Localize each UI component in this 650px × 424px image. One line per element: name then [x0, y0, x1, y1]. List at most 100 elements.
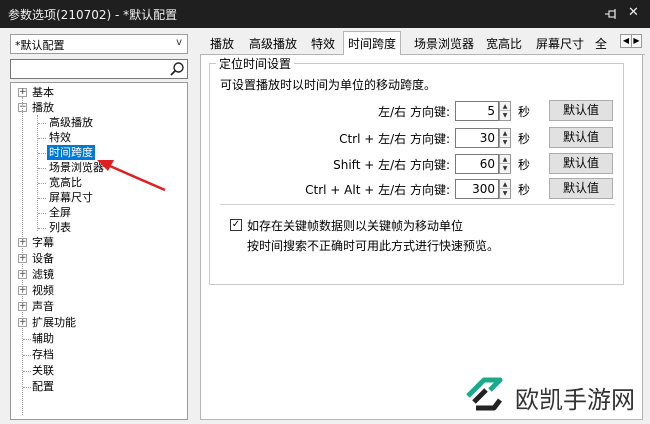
spin-up-icon[interactable]: ▲ [500, 155, 510, 164]
tree-line [38, 198, 46, 199]
spin-down-icon[interactable]: ▼ [500, 164, 510, 173]
watermark: 欧凯手游网 [460, 372, 650, 416]
tab-page-time-span: 定位时间设置 可设置播放时以时间为单位的移动跨度。 左/右 方向键: 5 ▲ ▼ 秒默认… [200, 55, 643, 420]
tab-item[interactable]: 时间跨度 [343, 31, 401, 56]
tree-item-playback-child[interactable]: 宽高比 [49, 175, 82, 190]
tab-item[interactable]: 屏幕尺寸 [530, 34, 590, 55]
unit-label: 秒 [518, 158, 531, 172]
expand-icon[interactable]: + [18, 88, 27, 97]
watermark-text: 欧凯手游网 [515, 386, 635, 414]
tree-line [23, 355, 31, 356]
tab-item[interactable]: 播放 [204, 34, 240, 55]
tree-item-category[interactable]: 字幕 [32, 235, 54, 250]
tree-item-playback-child[interactable]: 全屏 [49, 205, 71, 220]
spin-buttons[interactable]: ▲ ▼ [499, 154, 511, 174]
unit-label: 秒 [518, 183, 531, 197]
span-value-input[interactable]: 5 [455, 101, 499, 121]
close-icon[interactable]: ✕ [628, 5, 639, 20]
span-value[interactable]: 60 [480, 157, 495, 171]
separator [220, 204, 615, 205]
tab-item[interactable]: 场景浏览器 [410, 34, 478, 55]
default-value-button[interactable]: 默认值 [549, 178, 613, 199]
tree-item-playback-child[interactable]: 高级播放 [49, 115, 93, 130]
scroll-left-icon[interactable]: ◀ [621, 35, 631, 47]
search-input[interactable] [10, 59, 188, 79]
tree-item-playback[interactable]: 播放 [32, 100, 54, 115]
chevron-down-icon: v [176, 37, 182, 48]
default-value-button[interactable]: 默认值 [549, 127, 613, 148]
tab-item[interactable]: 全 [595, 34, 615, 55]
span-label: 左/右 方向键: [378, 105, 450, 119]
group-description: 可设置播放时以时间为单位的移动跨度。 [220, 78, 437, 92]
tab-strip: 播放 高级播放 特效 时间跨度 场景浏览器 宽高比 屏幕尺寸全 [200, 31, 645, 56]
tree-item-leaf[interactable]: 配置 [32, 379, 54, 394]
spin-buttons[interactable]: ▲ ▼ [499, 179, 511, 199]
tree-item-playback-child[interactable]: 时间跨度 [47, 145, 95, 160]
tree-item-leaf[interactable]: 存档 [32, 347, 54, 362]
tree-item-category[interactable]: 视频 [32, 283, 54, 298]
title-bar: 参数选项(210702) - *默认配置 ✕ [0, 0, 650, 28]
tree-item-leaf[interactable]: 辅助 [32, 331, 54, 346]
seek-settings-group: 定位时间设置 可设置播放时以时间为单位的移动跨度。 左/右 方向键: 5 ▲ ▼ 秒默认… [209, 55, 624, 285]
tab-item[interactable]: 特效 [306, 34, 340, 55]
span-value[interactable]: 30 [480, 131, 495, 145]
span-value[interactable]: 300 [472, 182, 495, 196]
unit-label: 秒 [518, 105, 531, 119]
tree-line [38, 138, 46, 139]
tab-item[interactable]: 高级播放 [244, 34, 302, 55]
spin-buttons[interactable]: ▲ ▼ [499, 101, 511, 121]
tree-line [38, 213, 46, 214]
dialog-body: *默认配置 v + 基本 − 播放 高级播放 特效 时间跨度 场景浏览器 宽高比 屏幕尺寸… [0, 28, 650, 424]
default-value-button[interactable]: 默认值 [549, 100, 613, 121]
tree-line [38, 228, 46, 229]
tree-item-leaf[interactable]: 关联 [32, 363, 54, 378]
span-label: Ctrl + 左/右 方向键: [339, 132, 450, 146]
span-label: Ctrl + Alt + 左/右 方向键: [305, 183, 450, 197]
tree-item-category[interactable]: 设备 [32, 251, 54, 266]
tree-item-category[interactable]: 扩展功能 [32, 315, 76, 330]
tree-item-category[interactable]: 声音 [32, 299, 54, 314]
keyframe-hint: 按时间搜索不正确时可用此方式进行快速预览。 [247, 239, 500, 253]
default-value-button[interactable]: 默认值 [549, 153, 613, 174]
options-tree: + 基本 − 播放 高级播放 特效 时间跨度 场景浏览器 宽高比 屏幕尺寸 全屏 列表 + 字幕… [10, 82, 188, 420]
spin-up-icon[interactable]: ▲ [500, 180, 510, 189]
spin-down-icon[interactable]: ▼ [500, 189, 510, 198]
tree-line [22, 97, 23, 415]
search-icon[interactable] [169, 61, 185, 77]
tree-item-playback-child[interactable]: 屏幕尺寸 [49, 190, 93, 205]
tab-scroll-buttons[interactable]: ◀ ▶ [620, 34, 642, 48]
tree-item-playback-child[interactable]: 列表 [49, 220, 71, 235]
window-title: 参数选项(210702) - *默认配置 [8, 8, 178, 22]
tab-item[interactable]: 宽高比 [482, 34, 526, 55]
unit-label: 秒 [518, 132, 531, 146]
tree-item-playback-child[interactable]: 特效 [49, 130, 71, 145]
group-title: 定位时间设置 [216, 55, 295, 72]
tree-line [38, 168, 46, 169]
span-label: Shift + 左/右 方向键: [333, 158, 450, 172]
tree-item-category[interactable]: 滤镜 [32, 267, 54, 282]
spin-buttons[interactable]: ▲ ▼ [499, 128, 511, 148]
tree-line [38, 183, 46, 184]
keyframe-checkbox-label[interactable]: 如存在关键帧数据则以关键帧为移动单位 [247, 217, 463, 234]
spin-down-icon[interactable]: ▼ [500, 111, 510, 120]
tree-line [23, 339, 31, 340]
pin-icon[interactable] [604, 7, 618, 21]
spin-up-icon[interactable]: ▲ [500, 129, 510, 138]
tree-line [23, 371, 31, 372]
spin-up-icon[interactable]: ▲ [500, 102, 510, 111]
span-value-input[interactable]: 60 [455, 154, 499, 174]
tree-line [23, 387, 31, 388]
tree-item-playback-child[interactable]: 场景浏览器 [49, 160, 104, 175]
scroll-right-icon[interactable]: ▶ [631, 35, 641, 47]
tree-line [38, 153, 46, 154]
span-value-input[interactable]: 30 [455, 128, 499, 148]
spin-down-icon[interactable]: ▼ [500, 138, 510, 147]
preset-dropdown[interactable]: *默认配置 v [10, 34, 188, 54]
span-value[interactable]: 5 [487, 104, 495, 118]
logo-icon [466, 377, 503, 411]
keyframe-checkbox[interactable]: ✓ [230, 219, 242, 231]
tree-item-basic[interactable]: 基本 [32, 85, 54, 100]
preset-value: *默认配置 [15, 39, 65, 52]
span-value-input[interactable]: 300 [455, 179, 499, 199]
tree-line [38, 123, 46, 124]
